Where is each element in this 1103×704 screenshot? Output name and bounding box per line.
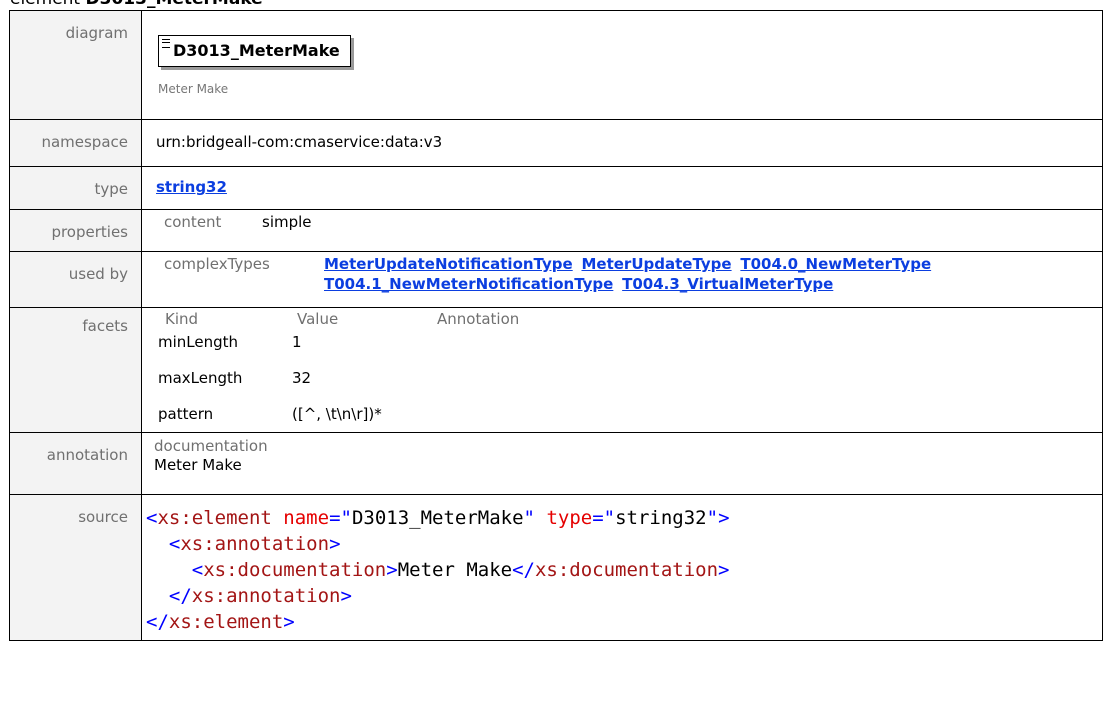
element-lines-icon <box>162 39 170 48</box>
used-by-link[interactable]: T004.0_NewMeterType <box>740 255 931 273</box>
facets-header-annotation: Annotation <box>437 310 520 328</box>
type-label: type <box>9 166 142 210</box>
facets-header-kind: Kind <box>165 310 199 328</box>
type-row: type string32 <box>9 166 1103 210</box>
used-by-links: MeterUpdateNotificationType MeterUpdateT… <box>324 254 935 294</box>
properties-value: simple <box>262 213 312 231</box>
used-by-link[interactable]: T004.3_VirtualMeterType <box>622 275 833 293</box>
used-by-row: used by complexTypes MeterUpdateNotifica… <box>9 251 1103 308</box>
annotation-key: documentation <box>154 437 268 455</box>
heading-prefix: element <box>10 0 80 9</box>
facet-kind: pattern <box>158 405 214 423</box>
diagram-row: diagram D3013_MeterMake Meter Make <box>9 10 1103 120</box>
properties-key: content <box>164 213 222 231</box>
facet-value: 32 <box>292 369 312 387</box>
facets-header-value: Value <box>297 310 339 328</box>
type-link[interactable]: string32 <box>156 178 227 196</box>
facet-row: pattern ([^, \t\n\r])* <box>156 404 1102 424</box>
page-heading: element D3013_MeterMake <box>10 0 263 10</box>
diagram-label: diagram <box>9 10 142 120</box>
diagram-cell: D3013_MeterMake Meter Make <box>141 10 1103 120</box>
facet-value: ([^, \t\n\r])* <box>292 405 382 423</box>
diagram-element-name: D3013_MeterMake <box>173 41 340 60</box>
facet-kind: maxLength <box>158 369 243 387</box>
facet-row: minLength 1 <box>156 332 1102 352</box>
facet-kind: minLength <box>158 333 239 351</box>
properties-row: properties content simple <box>9 209 1103 252</box>
source-code: <xs:element name="D3013_MeterMake" type=… <box>146 507 730 633</box>
element-diagram-box[interactable]: D3013_MeterMake <box>158 35 351 67</box>
annotation-value: Meter Make <box>154 456 242 474</box>
diagram-caption: Meter Make <box>158 82 229 96</box>
used-by-link[interactable]: MeterUpdateNotificationType <box>324 255 573 273</box>
properties-label: properties <box>9 209 142 252</box>
annotation-label: annotation <box>9 432 142 495</box>
namespace-value: urn:bridgeall-com:cmaservice:data:v3 <box>156 133 443 151</box>
heading-element-name: D3013_MeterMake <box>86 0 263 9</box>
facets-header: Kind Value Annotation <box>156 308 1102 328</box>
annotation-row: annotation documentation Meter Make <box>9 432 1103 495</box>
facets-row: facets Kind Value Annotation minLength 1… <box>9 307 1103 433</box>
namespace-row: namespace urn:bridgeall-com:cmaservice:d… <box>9 119 1103 167</box>
used-by-link[interactable]: MeterUpdateType <box>581 255 731 273</box>
facets-label: facets <box>9 307 142 433</box>
source-label: source <box>9 494 142 641</box>
facet-row: maxLength 32 <box>156 368 1102 388</box>
used-by-label: used by <box>9 251 142 308</box>
used-by-key: complexTypes <box>164 255 270 273</box>
source-row: source <xs:element name="D3013_MeterMake… <box>9 494 1103 641</box>
facet-value: 1 <box>292 333 302 351</box>
used-by-link[interactable]: T004.1_NewMeterNotificationType <box>324 275 613 293</box>
namespace-label: namespace <box>9 119 142 167</box>
element-doc-table: diagram D3013_MeterMake Meter Make names… <box>9 10 1103 641</box>
